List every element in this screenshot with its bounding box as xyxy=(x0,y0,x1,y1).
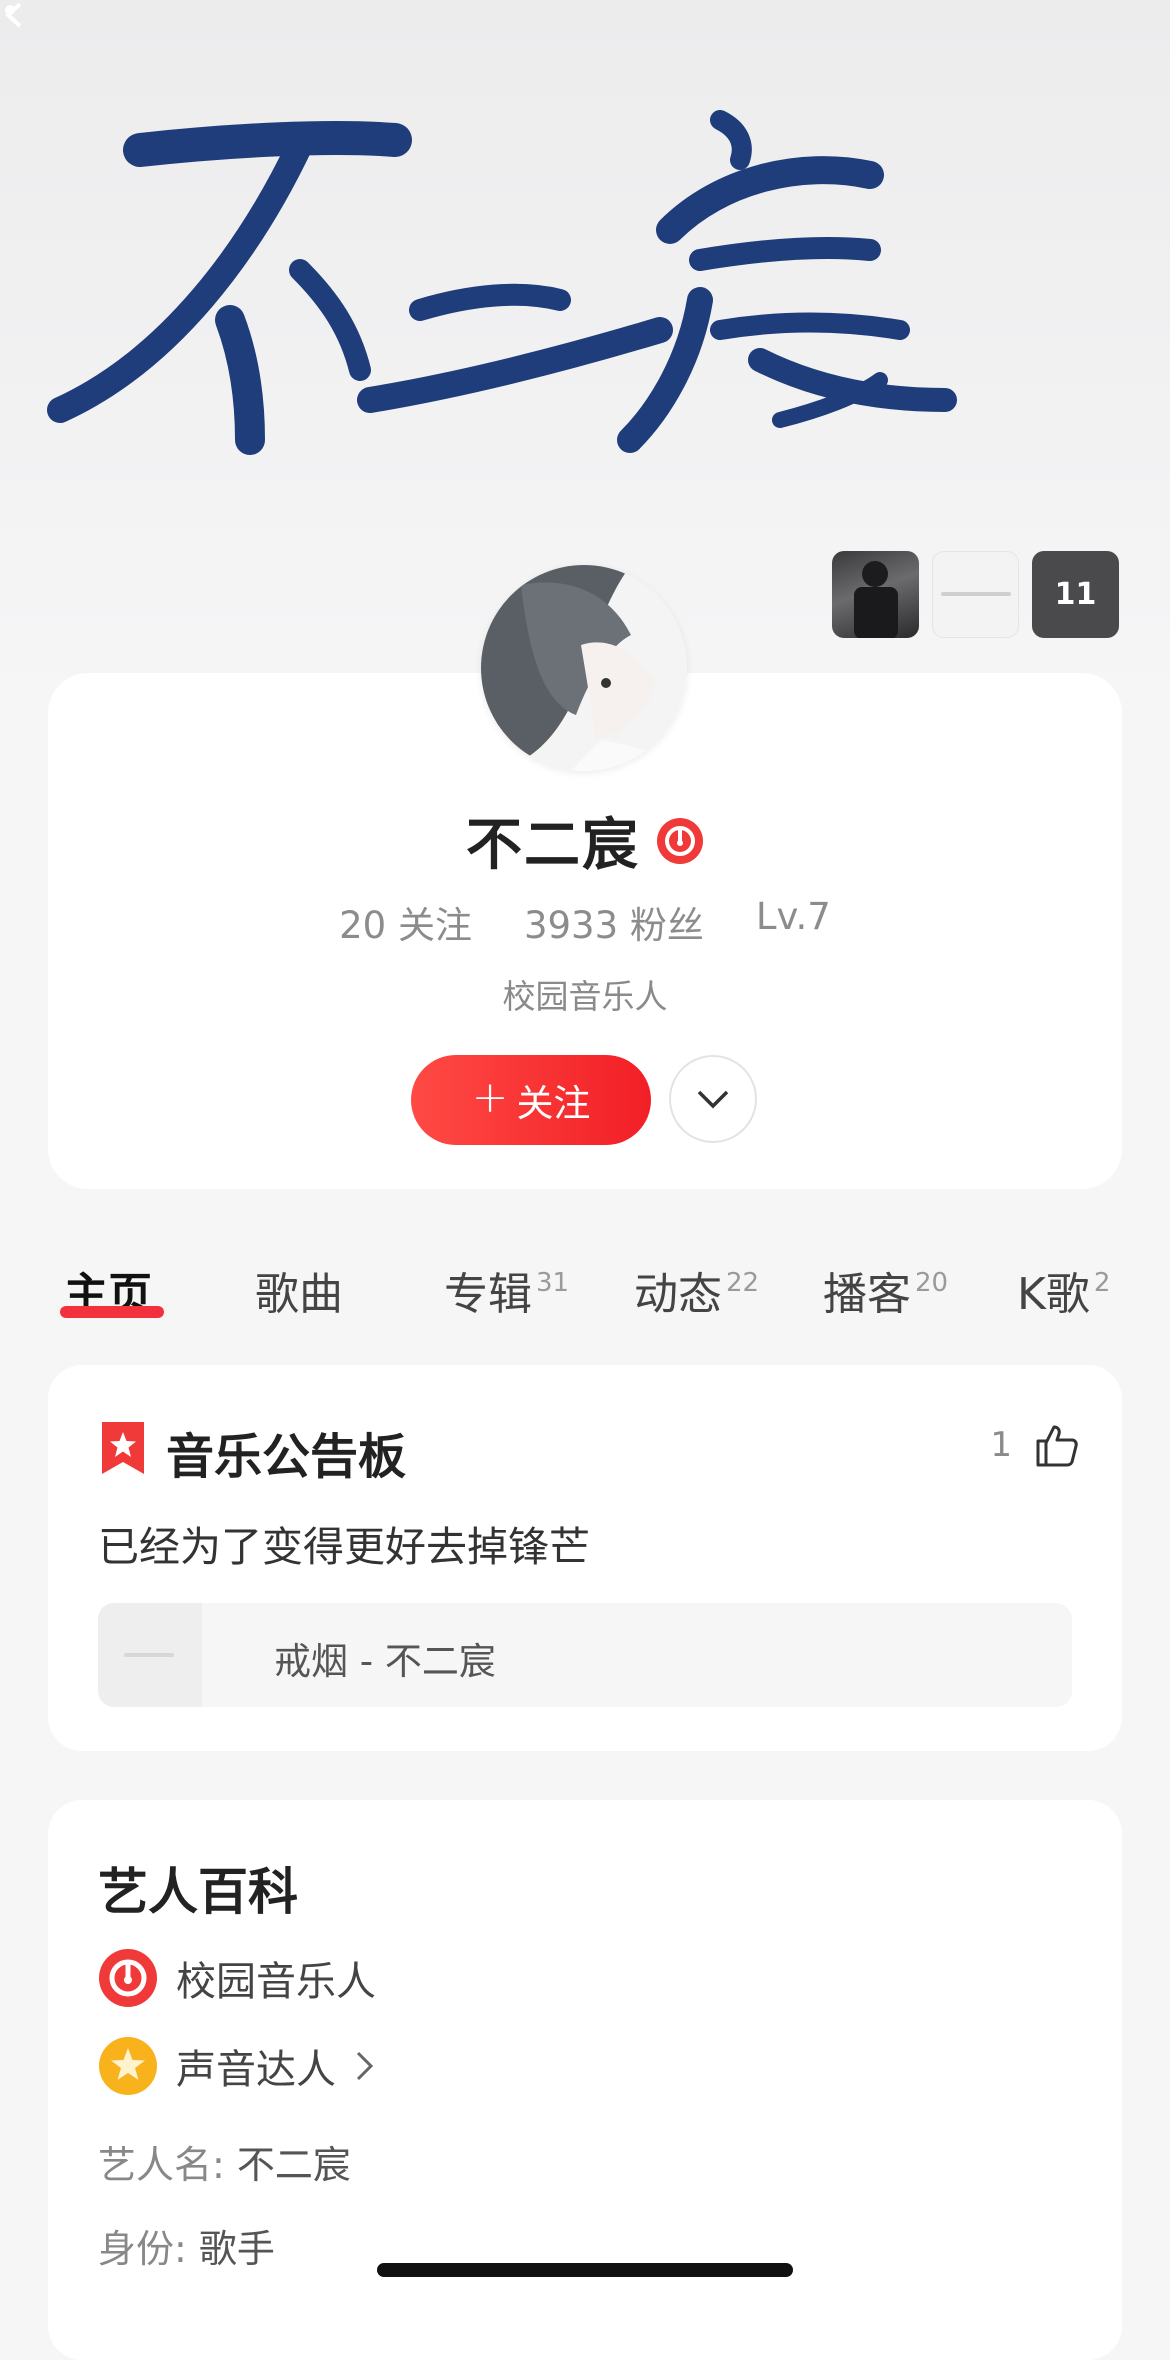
wiki-badge-label: 声音达人 xyxy=(176,2047,336,2093)
bookmark-star-icon xyxy=(102,1422,144,1474)
tab-posts[interactable]: 动态 22 xyxy=(634,1258,759,1322)
portrait-image xyxy=(854,561,898,638)
avatar-image xyxy=(481,565,687,771)
tab-albums[interactable]: 专辑 31 xyxy=(444,1258,569,1322)
photo-thumbnail[interactable] xyxy=(832,551,919,638)
fans-count[interactable]: 3933 粉丝 xyxy=(524,895,704,949)
expand-button[interactable] xyxy=(669,1055,757,1143)
song-row[interactable]: 戒烟 - 不二宸 xyxy=(98,1603,1072,1707)
musician-verified-icon xyxy=(657,817,703,864)
wiki-badge-label: 校园音乐人 xyxy=(176,1959,376,2005)
star-badge-icon xyxy=(99,2037,157,2095)
wiki-badge-voice[interactable]: 声音达人 xyxy=(98,2036,376,2096)
name-row: 不二宸 xyxy=(0,800,1170,881)
wiki-field-identity: 身份: 歌手 xyxy=(98,2227,275,2271)
top-nav xyxy=(0,0,1170,30)
like-count: 1 xyxy=(990,1425,1012,1465)
song-cover xyxy=(98,1603,202,1707)
follow-button[interactable]: + 关注 xyxy=(411,1055,651,1145)
more-icon[interactable] xyxy=(0,0,20,20)
wiki-badge-musician: 校园音乐人 xyxy=(98,1948,376,2008)
level-badge[interactable]: Lv.7 xyxy=(756,895,831,949)
wiki-title: 艺人百科 xyxy=(98,1863,298,1921)
chevron-down-icon xyxy=(697,1090,729,1109)
follow-label: 关注 xyxy=(516,1082,591,1125)
musician-badge-icon xyxy=(99,1949,157,2007)
tab-active-indicator xyxy=(60,1306,164,1318)
bulletin-text: 已经为了变得更好去掉锋芒 xyxy=(98,1523,590,1571)
photo-count-thumbnail[interactable]: 11 xyxy=(1032,551,1119,638)
chevron-right-icon xyxy=(356,2051,374,2081)
photo-thumbnail[interactable] xyxy=(932,551,1019,638)
artist-name: 不二宸 xyxy=(466,813,640,878)
photo-thumbnails: 11 xyxy=(832,551,1119,638)
plus-icon: + xyxy=(471,1072,509,1123)
home-indicator[interactable] xyxy=(377,2263,793,2277)
avatar[interactable] xyxy=(481,565,687,771)
bulletin-title: 音乐公告板 xyxy=(166,1429,407,1485)
music-bulletin-card: 音乐公告板 1 已经为了变得更好去掉锋芒 戒烟 - 不二宸 xyxy=(48,1365,1122,1751)
tab-bar: 主页 歌曲 专辑 31 动态 22 播客 20 K歌 2 xyxy=(0,1258,1170,1338)
thumbs-up-icon[interactable] xyxy=(1032,1421,1080,1469)
photo-count: 11 xyxy=(1054,577,1097,612)
tab-karaoke[interactable]: K歌 2 xyxy=(1017,1258,1110,1322)
following-count[interactable]: 20 关注 xyxy=(339,895,472,949)
tab-songs[interactable]: 歌曲 xyxy=(255,1258,343,1322)
song-title: 戒烟 - 不二宸 xyxy=(274,1640,496,1683)
wiki-field-name: 艺人名: 不二宸 xyxy=(98,2143,351,2187)
artist-subtitle: 校园音乐人 xyxy=(502,977,668,1016)
tab-podcasts[interactable]: 播客 20 xyxy=(823,1258,948,1322)
profile-stats: 20 关注 3933 粉丝 Lv.7 xyxy=(0,895,1170,949)
